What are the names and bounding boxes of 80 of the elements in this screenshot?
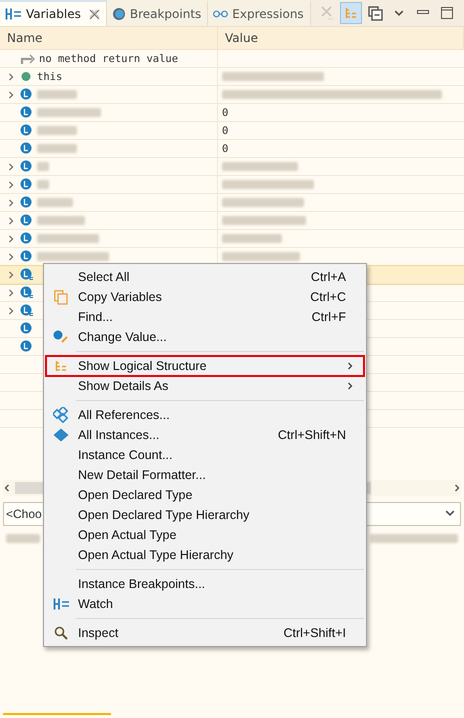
local-variable-icon [20, 142, 34, 155]
collapse-all-icon [368, 6, 382, 20]
variable-value: 0 [222, 124, 228, 136]
column-header[interactable]: Name [0, 27, 218, 49]
menu-item[interactable]: Inspect Ctrl+Shift+I [46, 623, 364, 643]
local-variable-icon [20, 214, 34, 227]
logical-structure-icon [344, 7, 358, 19]
variable-row[interactable]: this [0, 68, 464, 86]
expand-chevron-icon[interactable] [7, 198, 15, 206]
menu-item[interactable]: Change Value... [46, 327, 364, 347]
variable-row[interactable]: 0 [0, 104, 464, 122]
menu-item[interactable]: Open Actual Type [46, 525, 364, 545]
expand-chevron-icon[interactable] [7, 216, 15, 224]
local-variable-icon [20, 196, 34, 209]
local-variable-icon [20, 340, 34, 353]
menu-item[interactable]: Open Declared Type [46, 485, 364, 505]
local-variable-icon [20, 232, 34, 245]
scroll-left-icon[interactable] [3, 484, 11, 492]
menu-item[interactable]: Copy Variables Ctrl+C [46, 287, 364, 307]
expand-chevron-icon[interactable] [7, 180, 15, 188]
minimize-icon [417, 10, 429, 16]
local-variable-icon [20, 250, 34, 263]
expand-chevron-icon[interactable] [7, 252, 15, 260]
local-variable-icon [20, 106, 34, 119]
watch-icon [52, 598, 70, 610]
menu-item[interactable]: Open Declared Type Hierarchy [46, 505, 364, 525]
local-variable-structure-icon [20, 268, 34, 281]
menu-item[interactable]: Instance Count... [46, 445, 364, 465]
variable-row[interactable]: 0 [0, 122, 464, 140]
maximize-icon [441, 7, 453, 19]
expand-chevron-icon[interactable] [7, 72, 15, 80]
variable-name: this [37, 70, 62, 82]
view-tab[interactable]: Variables [0, 0, 107, 26]
local-variable-icon [20, 178, 34, 191]
remove-icon [320, 6, 334, 20]
linked-rings-icon [53, 407, 69, 423]
menu-item[interactable]: New Detail Formatter... [46, 465, 364, 485]
scroll-right-icon[interactable] [453, 484, 461, 492]
dropdown-chevron-icon[interactable] [445, 508, 455, 518]
copy-icon [54, 290, 68, 304]
menu-item[interactable]: All Instances... Ctrl+Shift+N [46, 425, 364, 445]
breakpoint-icon [112, 7, 126, 21]
close-icon[interactable] [88, 8, 100, 20]
view-tab[interactable]: Expressions [208, 0, 311, 26]
edit-value-icon [53, 330, 69, 344]
return-arrow-icon [20, 52, 36, 64]
menu-item[interactable]: Watch [46, 594, 364, 614]
menu-item[interactable]: Show Details As [46, 376, 364, 396]
variable-row[interactable]: no method return value [0, 50, 464, 68]
expand-chevron-icon[interactable] [7, 234, 15, 242]
variable-row[interactable]: 0 [0, 140, 464, 158]
expand-chevron-icon[interactable] [7, 306, 15, 314]
diamond-icon [53, 428, 69, 442]
menu-item[interactable]: Find... Ctrl+F [46, 307, 364, 327]
view-menu-chevron-icon[interactable] [394, 8, 404, 18]
variable-name: no method return value [39, 52, 178, 64]
menu-item[interactable]: Show Logical Structure [46, 356, 364, 376]
menu-item[interactable]: Select All Ctrl+A [46, 267, 364, 287]
local-variable-structure-icon [20, 286, 34, 299]
variable-value: 0 [222, 106, 228, 118]
logical-structure-icon [54, 360, 68, 372]
local-variable-structure-icon [20, 304, 34, 317]
local-variable-icon [20, 124, 34, 137]
menu-item[interactable]: Instance Breakpoints... [46, 574, 364, 594]
local-variable-icon [20, 160, 34, 173]
expand-chevron-icon[interactable] [7, 90, 15, 98]
variable-value: 0 [222, 142, 228, 154]
expand-chevron-icon[interactable] [7, 270, 15, 278]
local-variable-icon [20, 88, 34, 101]
variables-icon [5, 8, 22, 20]
menu-item[interactable]: All References... [46, 405, 364, 425]
search-icon [54, 626, 68, 640]
redacted-detail [6, 534, 40, 542]
glasses-icon [213, 10, 228, 18]
expand-chevron-icon[interactable] [7, 162, 15, 170]
column-header[interactable]: Value [218, 27, 464, 49]
expand-chevron-icon[interactable] [7, 288, 15, 296]
view-tab[interactable]: Breakpoints [106, 0, 208, 26]
local-variable-icon [20, 322, 34, 335]
menu-item[interactable]: Open Actual Type Hierarchy [46, 545, 364, 565]
